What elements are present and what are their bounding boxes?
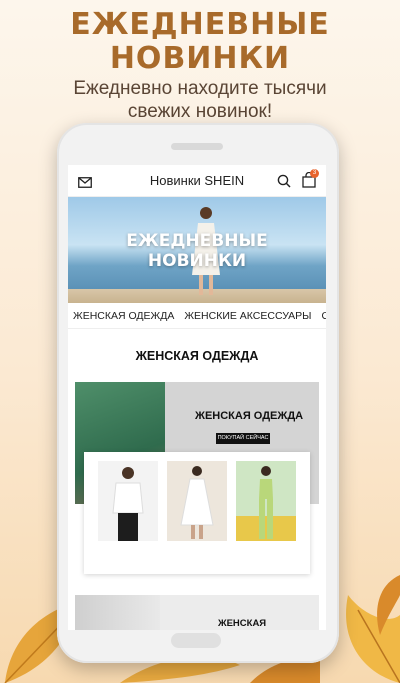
promo-title-line1: ЕЖЕДНЕВНЫЕ — [70, 7, 330, 42]
cart-count-badge: 3 — [310, 169, 319, 178]
search-icon[interactable] — [277, 174, 291, 193]
promo-subtitle-line2: свежих новинок! — [127, 101, 273, 122]
product-image[interactable] — [167, 461, 227, 541]
app-bar: Новинки SHEIN 3 — [68, 165, 326, 197]
product-white-dress-image — [167, 461, 227, 541]
new-arrivals-banner[interactable]: ЕЖЕДНЕВНЫЕ НОВИНКИ — [68, 197, 326, 303]
promo-subtitle-line1: Ежедневно находите тысячи — [73, 78, 327, 99]
banner-title-line2: НОВИНКИ — [147, 251, 247, 271]
category-tabs: ЖЕНСКАЯ ОДЕЖДА ЖЕНСКИЕ АКСЕССУАРЫ ОДЕ — [68, 303, 326, 329]
category-tab-womens-accessories[interactable]: ЖЕНСКИЕ АКСЕССУАРЫ — [179, 310, 316, 322]
product-green-set-image — [236, 461, 296, 541]
womens-clothing-card[interactable]: ЖЕНСКАЯ — [75, 595, 319, 630]
promo-header: ЕЖЕДНЕВНЫЕ НОВИНКИ Ежедневно находите ты… — [0, 7, 400, 123]
page-title: Новинки SHEIN — [149, 173, 245, 188]
product-carousel — [84, 452, 310, 574]
phone-speaker — [171, 143, 223, 150]
promo-card-label: ЖЕНСКАЯ ОДЕЖДА — [195, 410, 304, 422]
product-image[interactable] — [98, 461, 158, 541]
shop-now-button[interactable]: ПОКУПАЙ СЕЙЧАС — [216, 433, 270, 444]
phone-frame: Новинки SHEIN 3 ЕЖЕДНЕВНЫЕ НОВИНКИ ЖЕНСК… — [57, 123, 339, 663]
card-label: ЖЕНСКАЯ — [218, 618, 267, 629]
banner-title: ЕЖЕДНЕВНЫЕ НОВИНКИ — [68, 231, 326, 271]
app-screen: Новинки SHEIN 3 ЕЖЕДНЕВНЫЕ НОВИНКИ ЖЕНСК… — [68, 165, 326, 630]
banner-title-line1: ЕЖЕДНЕВНЫЕ — [126, 231, 268, 251]
category-tab-more[interactable]: ОДЕ — [316, 310, 326, 322]
bag-icon[interactable]: 3 — [302, 169, 319, 193]
card-model-image — [75, 595, 160, 630]
product-white-shirt-image — [98, 461, 158, 541]
home-button[interactable] — [171, 633, 221, 648]
section-title: ЖЕНСКАЯ ОДЕЖДА — [135, 349, 259, 363]
promo-title-line2: НОВИНКИ — [109, 41, 291, 76]
product-image[interactable] — [236, 461, 296, 541]
category-tab-womens-clothing[interactable]: ЖЕНСКАЯ ОДЕЖДА — [68, 310, 179, 322]
mail-icon[interactable] — [78, 175, 92, 193]
